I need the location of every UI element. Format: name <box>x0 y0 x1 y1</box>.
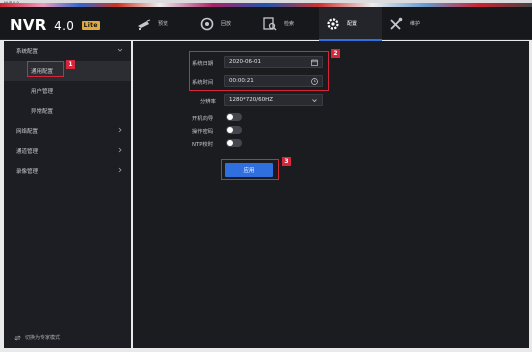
boot-wizard-label: 开机向导 <box>192 116 214 122</box>
chevron-right-icon <box>118 127 122 133</box>
sidebar-item-user-management[interactable]: 用户管理 <box>4 81 131 101</box>
highlight-box-2 <box>189 51 329 91</box>
brand-version: 4.0 <box>54 19 75 33</box>
nav-maintenance[interactable]: 维护 <box>382 7 445 40</box>
sidebar-item-exception-config[interactable]: 异常配置 <box>4 101 131 121</box>
camera-icon <box>138 19 151 30</box>
nav-playback[interactable]: 回放 <box>193 7 256 40</box>
toggle-knob <box>227 114 233 120</box>
nav-maintenance-label: 维护 <box>410 21 421 27</box>
sidebar-item-system-config[interactable]: 系统配置 <box>4 41 131 61</box>
brand-badge: Lite <box>81 21 100 30</box>
gear-icon <box>327 17 339 30</box>
search-icon <box>263 16 277 30</box>
op-password-label: 操作密码 <box>192 129 214 135</box>
sidebar-item-label: 系统配置 <box>16 49 39 55</box>
sidebar-item-network-config[interactable]: 网络配置 <box>4 121 131 141</box>
main-nav: 预览 回放 检索 配置 维护 <box>130 7 445 41</box>
op-password-toggle[interactable] <box>226 126 242 134</box>
chevron-down-icon <box>312 99 317 103</box>
app-window: NVR 4.0 NVR 4.0 Lite 预览 回放 检索 配置 维护 <box>0 0 532 352</box>
step-tag-3: 3 <box>282 157 291 166</box>
brand-logo: NVR 4.0 Lite <box>10 16 100 34</box>
nav-preview[interactable]: 预览 <box>130 7 193 40</box>
nav-config[interactable]: 配置 <box>319 7 382 41</box>
chevron-right-icon <box>118 147 122 153</box>
expert-mode-label: 切换为专家模式 <box>25 335 61 341</box>
step-tag-2: 2 <box>331 49 340 58</box>
sidebar-item-channel-management[interactable]: 通道管理 <box>4 141 131 161</box>
nav-config-label: 配置 <box>347 21 358 27</box>
resolution-label: 分辨率 <box>200 99 216 105</box>
brand-name: NVR <box>10 16 47 34</box>
toggle-knob <box>227 140 233 146</box>
sidebar-item-label: 通道管理 <box>16 149 39 155</box>
nav-preview-label: 预览 <box>158 21 169 27</box>
switch-icon <box>14 335 21 340</box>
expert-mode-switch[interactable]: 切换为专家模式 <box>14 334 60 341</box>
sidebar-item-label: 录像管理 <box>16 169 39 175</box>
boot-wizard-toggle[interactable] <box>226 113 242 121</box>
resolution-select[interactable]: 1280*720/60HZ <box>224 94 323 106</box>
sidebar-item-label: 异常配置 <box>31 109 54 115</box>
sidebar-item-label: 用户管理 <box>31 89 54 95</box>
nav-search-label: 检索 <box>284 21 295 27</box>
sidebar-item-label: 网络配置 <box>16 129 39 135</box>
chevron-right-icon <box>118 167 122 173</box>
chevron-down-icon <box>117 48 123 52</box>
playback-icon <box>200 17 214 30</box>
highlight-box-1 <box>27 61 64 77</box>
nav-playback-label: 回放 <box>221 21 232 27</box>
sidebar-item-recording-management[interactable]: 录像管理 <box>4 161 131 181</box>
nav-search[interactable]: 检索 <box>256 7 319 40</box>
resolution-value: 1280*720/60HZ <box>229 97 273 103</box>
toggle-knob <box>227 127 233 133</box>
sidebar: 系统配置 通用配置 用户管理 异常配置 网络配置 通道管理 录像管理 切换为专家… <box>4 41 131 348</box>
highlight-box-3 <box>221 159 279 180</box>
tools-icon <box>390 17 403 30</box>
ntp-toggle[interactable] <box>226 139 242 147</box>
ntp-label: NTP校时 <box>192 142 213 148</box>
step-tag-1: 1 <box>66 60 75 69</box>
